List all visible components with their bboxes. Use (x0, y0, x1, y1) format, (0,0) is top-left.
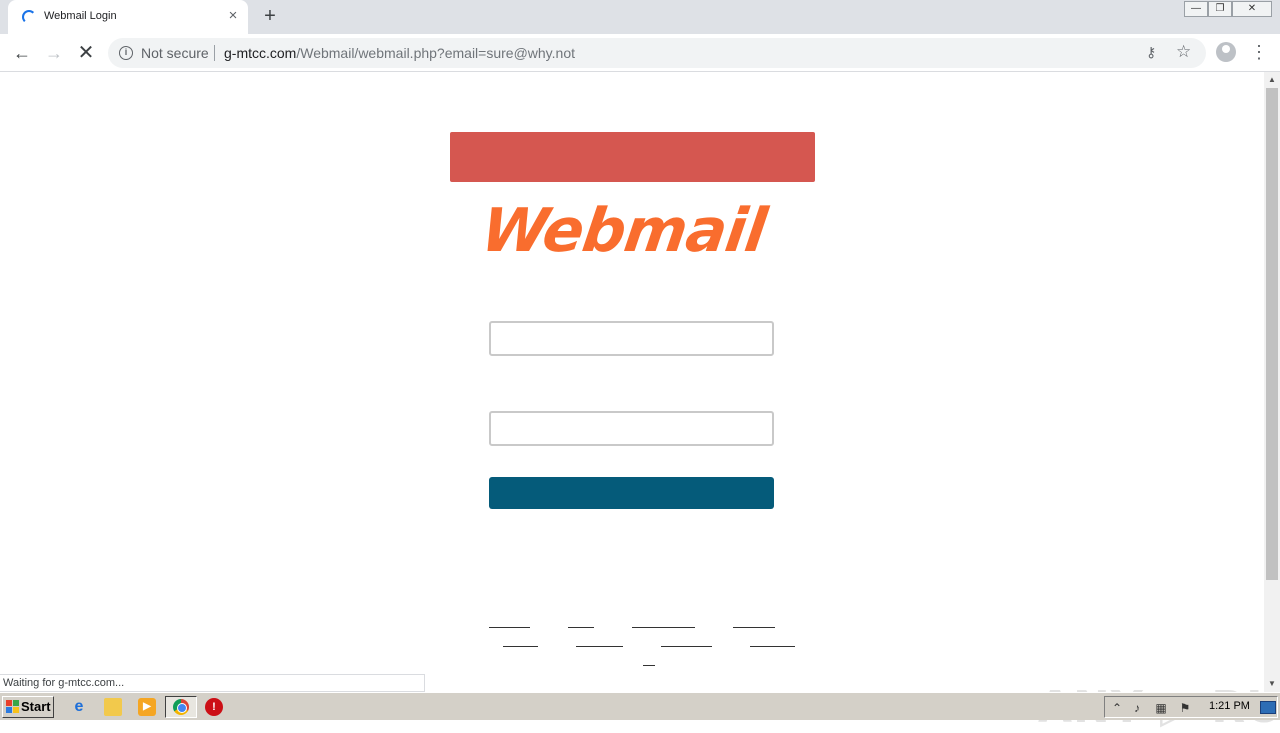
tab-title: Webmail Login (44, 10, 117, 22)
key-icon[interactable]: ⚷ (1146, 44, 1156, 61)
footer-link[interactable] (661, 646, 712, 647)
tray-expand-icon[interactable]: ⌃ (1109, 700, 1125, 716)
tab-close-icon[interactable]: × (224, 7, 242, 25)
footer-link[interactable] (503, 646, 538, 647)
url-host: g-mtcc.com (224, 45, 297, 61)
browser-toolbar: ← → ✕ i Not secure g-mtcc.com/Webmail/we… (0, 34, 1280, 72)
address-bar[interactable]: i Not secure g-mtcc.com/Webmail/webmail.… (108, 38, 1206, 68)
footer-link[interactable] (489, 627, 530, 628)
url-path: /Webmail/webmail.php?email=sure@why.not (296, 45, 575, 61)
bookmark-star-icon[interactable]: ☆ (1176, 42, 1191, 62)
windows-flag-icon (6, 700, 19, 713)
footer-link[interactable] (643, 665, 655, 666)
opera-icon[interactable]: ! (205, 698, 223, 716)
loading-spinner-icon (22, 10, 36, 24)
security-label[interactable]: Not secure (141, 45, 209, 61)
window-minimize-button[interactable]: — (1184, 1, 1208, 17)
forward-arrow-icon[interactable]: → (42, 41, 66, 65)
clock[interactable]: 1:21 PM (1209, 700, 1250, 712)
footer-link[interactable] (576, 646, 623, 647)
password-input[interactable] (489, 411, 774, 446)
webmail-logo: Webmail (477, 196, 771, 266)
system-tray: ⌃ ♪ ▦ ⚑ 1:21 PM (1104, 696, 1278, 718)
new-tab-button[interactable]: + (258, 5, 282, 29)
footer-link[interactable] (733, 627, 775, 628)
action-center-flag-icon[interactable]: ⚑ (1177, 700, 1193, 716)
status-bubble: Waiting for g-mtcc.com... (0, 674, 425, 692)
page-content: Webmail ANY ▷ RUN (0, 72, 1280, 733)
window-close-button[interactable]: ✕ (1232, 1, 1272, 17)
info-icon[interactable]: i (119, 46, 133, 60)
start-label: Start (21, 699, 51, 714)
error-banner (450, 132, 815, 182)
username-input[interactable] (489, 321, 774, 356)
show-desktop-icon[interactable] (1260, 701, 1276, 714)
volume-icon[interactable]: ♪ (1129, 700, 1145, 716)
browser-menu-icon[interactable]: ⋮ (1250, 41, 1268, 63)
windows-taskbar: Start e ▶ ! ⌃ ♪ ▦ ⚑ 1:21 PM (0, 692, 1280, 720)
url-text[interactable]: g-mtcc.com/Webmail/webmail.php?email=sur… (224, 45, 575, 61)
chrome-icon (173, 699, 189, 715)
tab-strip: Webmail Login × + — ❐ ✕ (0, 0, 1280, 34)
vertical-scrollbar[interactable]: ▲ ▼ (1264, 72, 1280, 692)
start-button[interactable]: Start (2, 696, 54, 718)
network-icon[interactable]: ▦ (1153, 700, 1169, 716)
footer-link[interactable] (568, 627, 594, 628)
window-maximize-button[interactable]: ❐ (1208, 1, 1232, 17)
stop-loading-icon[interactable]: ✕ (74, 41, 98, 65)
scroll-down-icon[interactable]: ▼ (1264, 676, 1280, 692)
profile-avatar-icon[interactable] (1216, 42, 1236, 62)
footer-link[interactable] (632, 627, 695, 628)
address-separator (214, 45, 215, 61)
taskbar-chrome-button[interactable] (165, 696, 197, 718)
internet-explorer-icon[interactable]: e (70, 698, 88, 716)
back-arrow-icon[interactable]: ← (10, 41, 34, 65)
scroll-up-icon[interactable]: ▲ (1264, 72, 1280, 88)
browser-tab[interactable]: Webmail Login × (8, 0, 248, 34)
folder-icon[interactable] (104, 698, 122, 716)
footer-link[interactable] (750, 646, 795, 647)
login-button[interactable] (489, 477, 774, 509)
media-player-icon[interactable]: ▶ (138, 698, 156, 716)
scroll-thumb[interactable] (1266, 88, 1278, 580)
